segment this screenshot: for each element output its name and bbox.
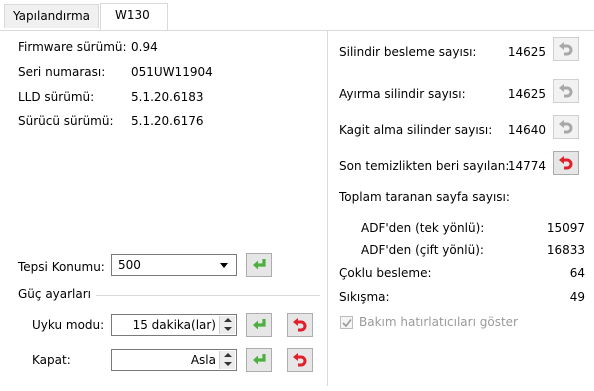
since-cleaning-count-label: Son temizlikten beri sayılan: (339, 159, 510, 173)
spin-buttons[interactable] (219, 316, 235, 334)
checkmark-icon (342, 319, 352, 328)
panel-divider (327, 31, 328, 386)
sleep-mode-label: Uyku modu: (32, 318, 105, 332)
maintenance-reminder-label: Bakım hatırlatıcıları göster (359, 315, 518, 329)
separation-roller-count-value: 14625 (507, 87, 546, 101)
spin-down-icon[interactable] (224, 362, 232, 366)
tab-strip-line (0, 30, 594, 31)
pick-roller-reset-button[interactable] (553, 115, 579, 139)
pick-roller-count-value: 14640 (507, 123, 546, 137)
tab-w130[interactable]: W130 (100, 3, 168, 30)
reset-arrow-icon (293, 353, 307, 367)
firmware-label: Firmware sürümü: (18, 40, 127, 54)
power-off-value: Asla (190, 353, 216, 367)
driver-value: 5.1.20.6176 (131, 114, 204, 128)
roller-feed-count-value: 14625 (507, 45, 546, 59)
chevron-down-icon (220, 263, 228, 268)
simplex-count-label: ADF'den (tek yönlü): (361, 221, 485, 235)
multifeed-count-value: 64 (569, 266, 585, 280)
roller-feed-reset-button[interactable] (553, 37, 579, 61)
apply-arrow-icon (253, 259, 266, 270)
spin-down-icon[interactable] (224, 327, 232, 331)
serial-label: Seri numarası: (18, 65, 106, 79)
reset-arrow-icon (559, 120, 573, 134)
reset-arrow-icon (559, 42, 573, 56)
multifeed-count-label: Çoklu besleme: (339, 266, 432, 280)
power-off-label: Kapat: (32, 353, 71, 367)
spin-up-icon[interactable] (224, 318, 232, 322)
firmware-value: 0.94 (131, 40, 158, 54)
power-off-apply-button[interactable] (246, 348, 272, 372)
total-scanned-title: Toplam taranan sayfa sayısı: (339, 190, 510, 204)
maintenance-reminder-checkbox[interactable] (340, 316, 353, 329)
jam-count-label: Sıkışma: (339, 290, 390, 304)
serial-value: 051UW11904 (131, 65, 213, 79)
spin-buttons[interactable] (219, 351, 235, 369)
separation-roller-count-label: Ayırma silindir sayısı: (339, 87, 466, 101)
lld-value: 5.1.20.6183 (131, 90, 204, 104)
tray-apply-button[interactable] (246, 253, 272, 277)
sleep-mode-value: 15 dakika(lar) (132, 318, 216, 332)
lld-label: LLD sürümü: (18, 90, 95, 104)
since-cleaning-count-value: 14774 (507, 159, 546, 173)
apply-arrow-icon (253, 319, 266, 330)
reset-arrow-icon (293, 318, 307, 332)
separation-roller-reset-button[interactable] (553, 79, 579, 103)
duplex-count-label: ADF'den (çift yönlü): (361, 243, 484, 257)
power-off-spinbox[interactable]: Asla (111, 349, 237, 371)
pick-roller-count-label: Kagit alma silinder sayısı: (339, 123, 493, 137)
power-settings-divider (96, 295, 320, 296)
power-off-reset-button[interactable] (287, 348, 313, 372)
reset-arrow-icon (559, 156, 573, 170)
reset-arrow-icon (559, 84, 573, 98)
jam-count-value: 49 (569, 290, 585, 304)
sleep-apply-button[interactable] (246, 313, 272, 337)
tray-position-select[interactable]: 500 (111, 254, 237, 276)
apply-arrow-icon (253, 354, 266, 365)
sleep-mode-spinbox[interactable]: 15 dakika(lar) (111, 314, 237, 336)
spin-up-icon[interactable] (224, 353, 232, 357)
roller-feed-count-label: Silindir besleme sayısı: (339, 45, 477, 59)
sleep-reset-button[interactable] (287, 313, 313, 337)
driver-label: Sürücü sürümü: (18, 114, 114, 128)
power-settings-title: Güç ayarları (18, 287, 92, 301)
duplex-count-value: 16833 (546, 243, 585, 257)
simplex-count-value: 15097 (546, 221, 585, 235)
tray-position-label: Tepsi Konumu: (18, 260, 105, 274)
since-cleaning-reset-button[interactable] (553, 151, 579, 175)
tab-configuration[interactable]: Yapılandırma (4, 4, 99, 28)
tray-position-value: 500 (118, 258, 141, 272)
